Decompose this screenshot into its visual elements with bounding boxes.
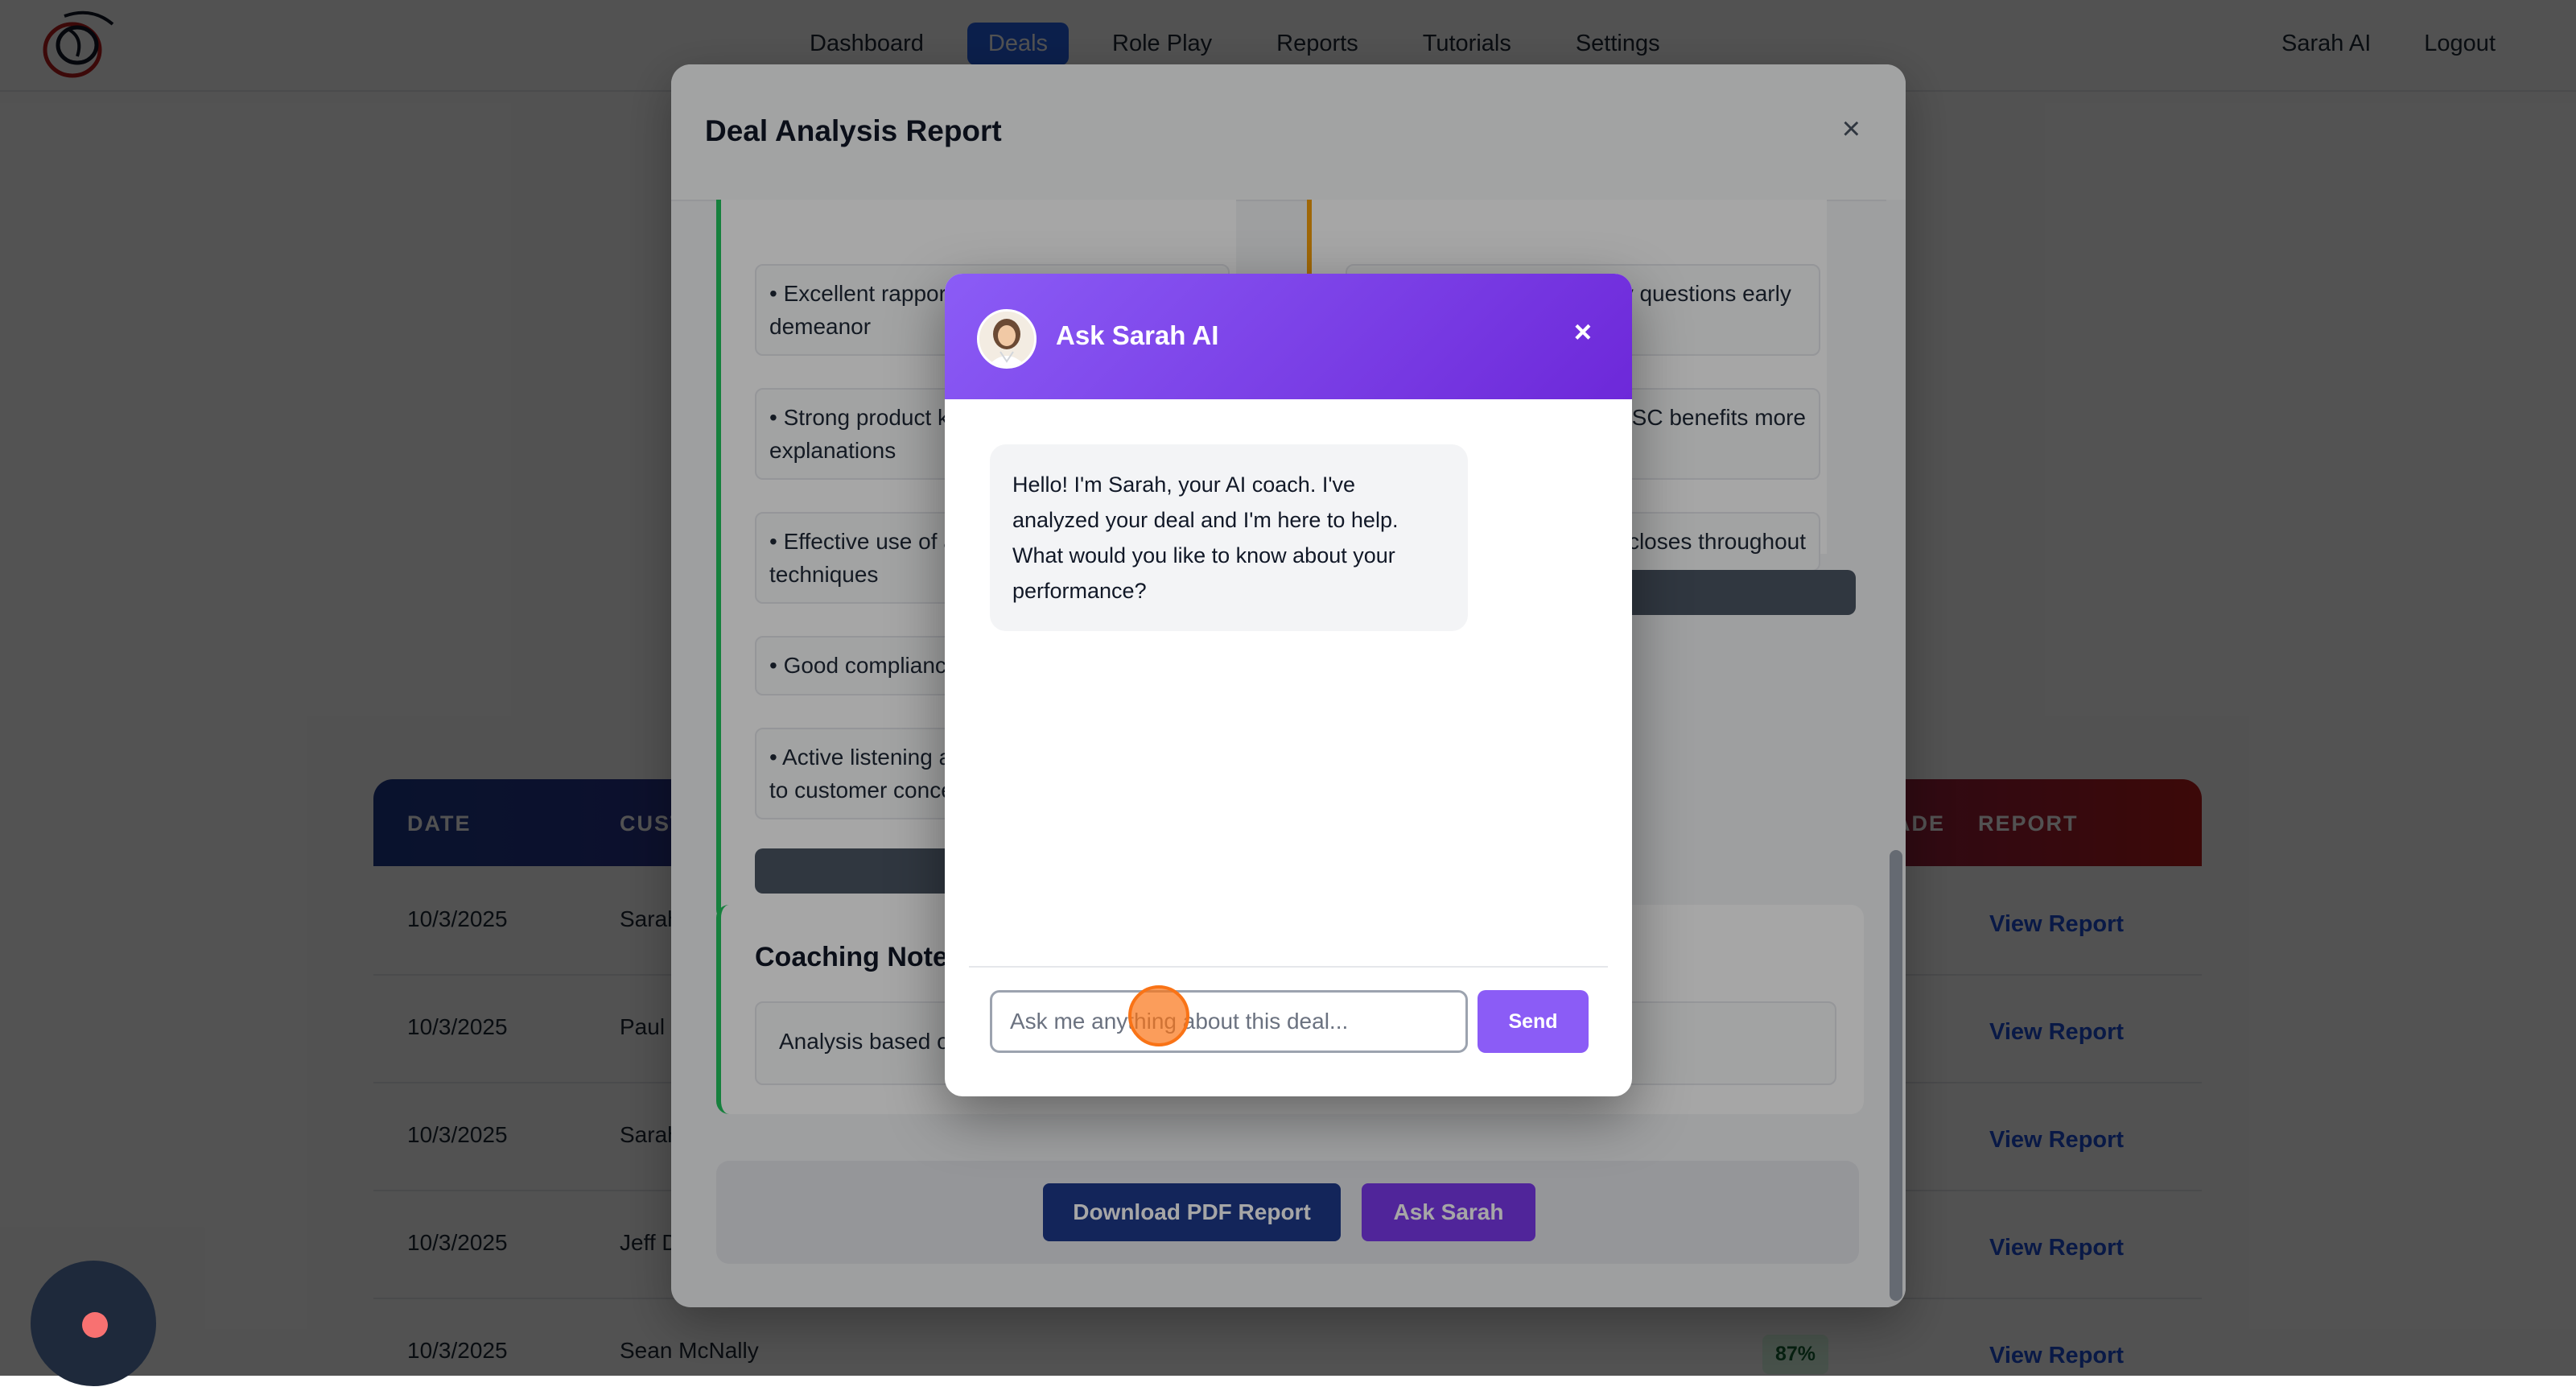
chat-divider bbox=[969, 966, 1608, 968]
chat-header: Ask Sarah AI × bbox=[945, 274, 1632, 399]
floating-widget-button[interactable] bbox=[31, 1261, 156, 1386]
ask-sarah-chat-modal: Ask Sarah AI × Hello! I'm Sarah, your AI… bbox=[945, 274, 1632, 1096]
click-indicator bbox=[1128, 985, 1189, 1046]
assistant-message: Hello! I'm Sarah, your AI coach. I've an… bbox=[990, 444, 1468, 631]
chat-message-input[interactable] bbox=[990, 990, 1468, 1053]
send-button[interactable]: Send bbox=[1478, 990, 1589, 1053]
sarah-avatar bbox=[977, 309, 1037, 369]
chat-close-button[interactable]: × bbox=[1574, 316, 1592, 350]
record-dot-icon bbox=[82, 1312, 108, 1338]
chat-title: Ask Sarah AI bbox=[1056, 320, 1219, 350]
